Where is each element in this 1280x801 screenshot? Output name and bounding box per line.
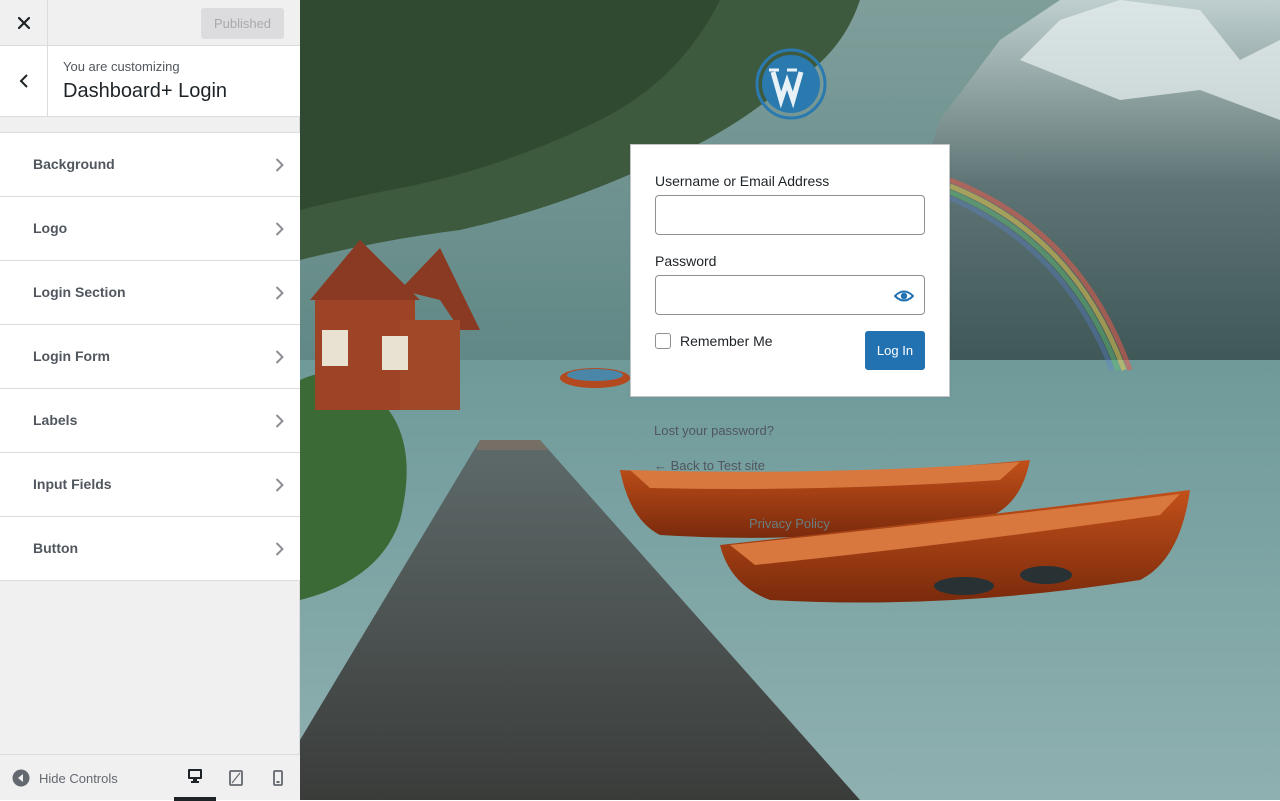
chevron-right-icon bbox=[272, 476, 286, 494]
section-label: Background bbox=[33, 156, 115, 172]
back-button[interactable] bbox=[0, 46, 48, 116]
preview-mobile-button[interactable] bbox=[257, 755, 299, 801]
section-labels[interactable]: Labels bbox=[0, 389, 300, 453]
wordpress-logo-icon[interactable] bbox=[755, 48, 827, 120]
customizer-footer: Hide Controls bbox=[0, 754, 300, 801]
section-login-form[interactable]: Login Form bbox=[0, 325, 300, 389]
customizer-info-header: You are customizing Dashboard+ Login bbox=[0, 46, 300, 117]
privacy-policy-link[interactable]: Privacy Policy bbox=[749, 516, 830, 531]
section-label: Button bbox=[33, 540, 79, 556]
tablet-icon bbox=[229, 770, 243, 786]
chevron-right-icon bbox=[272, 540, 286, 558]
customizer-topbar: Published bbox=[0, 0, 300, 46]
username-input[interactable] bbox=[655, 195, 925, 235]
username-label: Username or Email Address bbox=[655, 173, 830, 189]
chevron-right-icon bbox=[272, 348, 286, 366]
customizing-subtitle: You are customizing bbox=[63, 59, 180, 74]
remember-me: Remember Me bbox=[655, 333, 773, 349]
section-label: Labels bbox=[33, 412, 78, 428]
section-input-fields[interactable]: Input Fields bbox=[0, 453, 300, 517]
section-list: Background Logo Login Section Login Form… bbox=[0, 132, 300, 581]
background-image bbox=[300, 0, 1280, 800]
password-label: Password bbox=[655, 253, 717, 269]
section-label: Logo bbox=[33, 220, 68, 236]
chevron-right-icon bbox=[272, 412, 286, 430]
remember-me-label: Remember Me bbox=[680, 333, 773, 349]
hide-controls-label: Hide Controls bbox=[39, 770, 118, 786]
eye-icon[interactable] bbox=[894, 286, 914, 306]
remember-me-checkbox[interactable] bbox=[655, 333, 671, 349]
preview-desktop-button[interactable] bbox=[174, 755, 216, 801]
section-label: Login Section bbox=[33, 284, 126, 300]
back-to-site-link[interactable]: ← Back to Test site bbox=[654, 458, 765, 473]
chevron-left-icon bbox=[19, 74, 28, 88]
login-form: Username or Email Address Password Remem… bbox=[630, 144, 950, 397]
close-icon bbox=[17, 17, 30, 29]
section-label: Login Form bbox=[33, 348, 110, 364]
published-button[interactable]: Published bbox=[201, 8, 284, 39]
section-label: Input Fields bbox=[33, 476, 112, 492]
section-logo[interactable]: Logo bbox=[0, 197, 300, 261]
preview-tablet-button[interactable] bbox=[215, 755, 257, 801]
hide-controls-button[interactable]: Hide Controls bbox=[12, 769, 118, 787]
customizer-sidebar: Published You are customizing Dashboard+… bbox=[0, 0, 300, 801]
mobile-icon bbox=[273, 770, 283, 786]
chevron-right-icon bbox=[272, 220, 286, 238]
login-preview: Username or Email Address Password Remem… bbox=[300, 0, 1280, 800]
desktop-icon bbox=[188, 769, 202, 783]
collapse-arrow-icon bbox=[12, 769, 30, 787]
log-in-button[interactable]: Log In bbox=[865, 331, 925, 370]
chevron-right-icon bbox=[272, 156, 286, 174]
section-login-section[interactable]: Login Section bbox=[0, 261, 300, 325]
page-title: Dashboard+ Login bbox=[63, 80, 228, 102]
section-button[interactable]: Button bbox=[0, 517, 300, 581]
section-background[interactable]: Background bbox=[0, 133, 300, 197]
close-customizer-button[interactable] bbox=[0, 0, 48, 46]
chevron-right-icon bbox=[272, 284, 286, 302]
password-input[interactable] bbox=[655, 275, 925, 315]
lost-password-link[interactable]: Lost your password? bbox=[654, 423, 774, 438]
